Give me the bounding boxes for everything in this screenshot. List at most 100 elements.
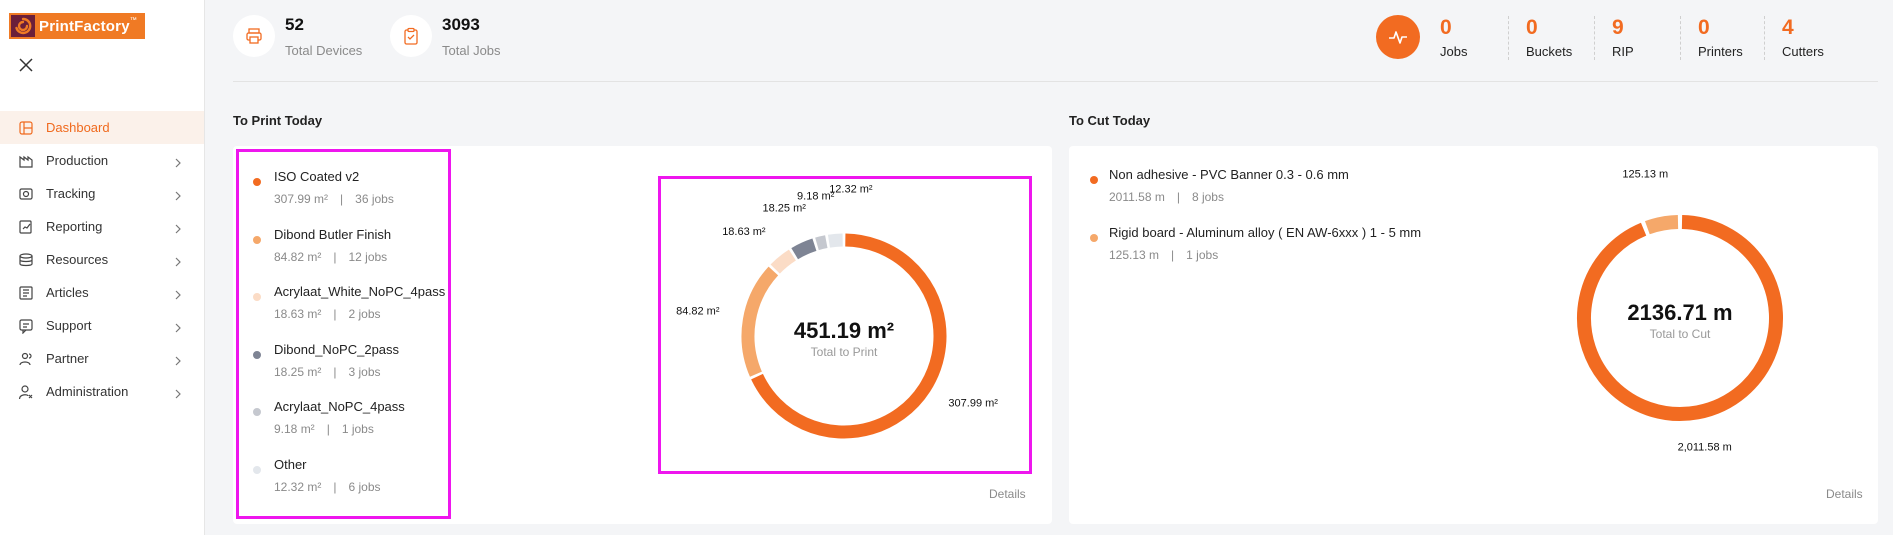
counter-rip-value: 9 — [1612, 16, 1624, 39]
counter-jobs[interactable]: 0 Jobs — [1440, 16, 1467, 59]
support-icon — [18, 318, 34, 334]
donut-slice[interactable] — [770, 249, 797, 274]
counter-buckets-label: Buckets — [1526, 44, 1573, 59]
sidebar-item-partner[interactable]: Partner — [0, 342, 204, 375]
partner-icon — [18, 351, 34, 367]
activity-button[interactable] — [1376, 15, 1420, 59]
sidebar-item-support[interactable]: Support — [0, 309, 204, 342]
donut-slice[interactable] — [827, 233, 843, 248]
counter-rip[interactable]: 9 RIP — [1612, 16, 1634, 59]
counter-printers-label: Printers — [1698, 44, 1743, 59]
data-label: 125.13 m — [1622, 168, 1668, 180]
divider — [1764, 16, 1765, 60]
reporting-icon — [18, 219, 34, 235]
legend-length: 125.13 m — [1109, 248, 1160, 262]
divider — [1680, 16, 1681, 60]
legend-separator: | — [333, 307, 337, 321]
legend-separator: | — [340, 192, 344, 206]
cut-details-link[interactable]: Details — [1826, 487, 1863, 501]
counter-jobs-value: 0 — [1440, 16, 1452, 39]
print-legend: ISO Coated v2 307.99 m² | 36 jobs Dibond But… — [236, 149, 451, 519]
legend-sub: 125.13 m | 1 jobs — [1109, 248, 1218, 262]
legend-dot — [253, 408, 261, 416]
total-devices-value: 52 — [285, 15, 304, 34]
legend-name: Dibond_NoPC_2pass — [274, 341, 400, 357]
articles-icon — [18, 285, 34, 301]
data-label: 12.32 m² — [829, 184, 873, 196]
legend-dot — [253, 465, 261, 474]
counter-cutters-value: 4 — [1782, 16, 1794, 39]
to-print-today-title: To Print Today — [233, 113, 323, 128]
legend-jobs: 1 jobs — [1186, 248, 1219, 262]
counter-buckets-value: 0 — [1526, 16, 1538, 39]
donut-center-label: Total to Print — [811, 345, 878, 359]
total-devices-label: Total Devices — [285, 43, 363, 58]
data-label: 2,011.58 m — [1678, 442, 1732, 454]
legend-sub: 18.25 m² | 3 jobs — [274, 365, 381, 379]
legend-sub: 18.63 m² | 2 jobs — [274, 307, 381, 321]
sidebar-item-label: Articles — [46, 285, 89, 300]
legend-name: Acrylaat_NoPC_4pass — [274, 399, 405, 414]
legend-name: Rigid board - Aluminum alloy ( EN AW-6xx… — [1109, 225, 1422, 240]
legend-area: 9.18 m² — [274, 422, 315, 436]
sidebar-item-administration[interactable]: Administration — [0, 375, 204, 408]
legend-sub: 12.32 m² | 6 jobs — [274, 480, 381, 494]
legend-jobs: 1 jobs — [341, 422, 374, 436]
counter-printers[interactable]: 0 Printers — [1698, 16, 1743, 59]
chevron-right-icon — [174, 156, 182, 171]
sidebar-item-label: Dashboard — [46, 120, 110, 135]
sidebar-item-production[interactable]: Production — [0, 144, 204, 177]
close-icon — [19, 58, 33, 72]
sidebar-item-label: Reporting — [46, 219, 103, 234]
legend-name: Dibond Butler Finish — [274, 226, 392, 242]
print-details-link[interactable]: Details — [989, 487, 1026, 501]
to-cut-today-title: To Cut Today — [1069, 113, 1151, 128]
legend-separator: | — [333, 249, 337, 264]
legend-name: Other — [274, 456, 307, 472]
sidebar-item-reporting[interactable]: Reporting — [0, 210, 204, 243]
counter-cutters[interactable]: 4 Cutters — [1782, 16, 1824, 59]
legend-area: 18.63 m² — [274, 307, 322, 321]
legend-jobs: 36 jobs — [355, 192, 394, 206]
donut-slice[interactable] — [1644, 215, 1679, 235]
legend-dot — [253, 178, 261, 186]
total-devices-stat: 52 Total Devices — [233, 13, 362, 58]
sidebar-item-label: Tracking — [46, 186, 96, 201]
legend-name: Non adhesive - PVC Banner 0.3 - 0.6 mm — [1109, 167, 1349, 182]
legend-dot — [1090, 234, 1098, 242]
legend-area: 18.25 m² — [274, 364, 322, 379]
total-jobs-label: Total Jobs — [442, 43, 501, 58]
activity-pulse-icon — [1389, 31, 1407, 44]
data-label: 18.25 m² — [762, 203, 806, 215]
printfactory-logo[interactable]: PrintFactory ™ — [9, 13, 145, 39]
data-label: 18.63 m² — [722, 226, 766, 238]
counter-printers-value: 0 — [1698, 16, 1710, 39]
chevron-right-icon — [174, 255, 182, 270]
legend-dot — [253, 293, 261, 301]
cut-donut-chart: 2,011.58 m 125.13 m 2136.71 m Total to Cut — [1577, 168, 1783, 454]
sidebar-item-tracking[interactable]: Tracking — [0, 177, 204, 210]
legend-area: 12.32 m² — [274, 479, 322, 494]
legend-length: 2011.58 m — [1109, 190, 1165, 204]
legend-name: Acrylaat_White_NoPC_4pass — [274, 284, 446, 299]
donut-slice[interactable] — [791, 238, 817, 260]
counter-buckets[interactable]: 0 Buckets — [1526, 16, 1572, 59]
legend-jobs: 2 jobs — [348, 307, 381, 321]
sidebar-item-resources[interactable]: Resources — [0, 243, 204, 276]
donut-slice[interactable] — [815, 235, 828, 251]
legend-separator: | — [1171, 248, 1175, 262]
sidebar-nav: Dashboard Production Tracking Reporting Reso… — [0, 111, 204, 408]
close-sidebar-button[interactable] — [16, 55, 36, 75]
legend-sub: 84.82 m² | 12 jobs — [274, 250, 387, 264]
donut-slice[interactable] — [741, 266, 779, 377]
legend-jobs: 3 jobs — [348, 364, 381, 379]
sidebar-item-articles[interactable]: Articles — [0, 276, 204, 309]
administration-icon — [18, 384, 34, 400]
sidebar-item-dashboard[interactable]: Dashboard — [0, 111, 204, 144]
print-donut-chart: 307.99 m²84.82 m²18.63 m²18.25 m²9.18 m²… — [676, 184, 998, 439]
brand-trademark: ™ — [129, 17, 137, 24]
legend-jobs: 12 jobs — [348, 249, 388, 264]
legend-sub: 9.18 m² | 1 jobs — [274, 422, 374, 436]
legend-jobs: 6 jobs — [348, 479, 381, 494]
legend-separator: | — [1176, 190, 1180, 204]
